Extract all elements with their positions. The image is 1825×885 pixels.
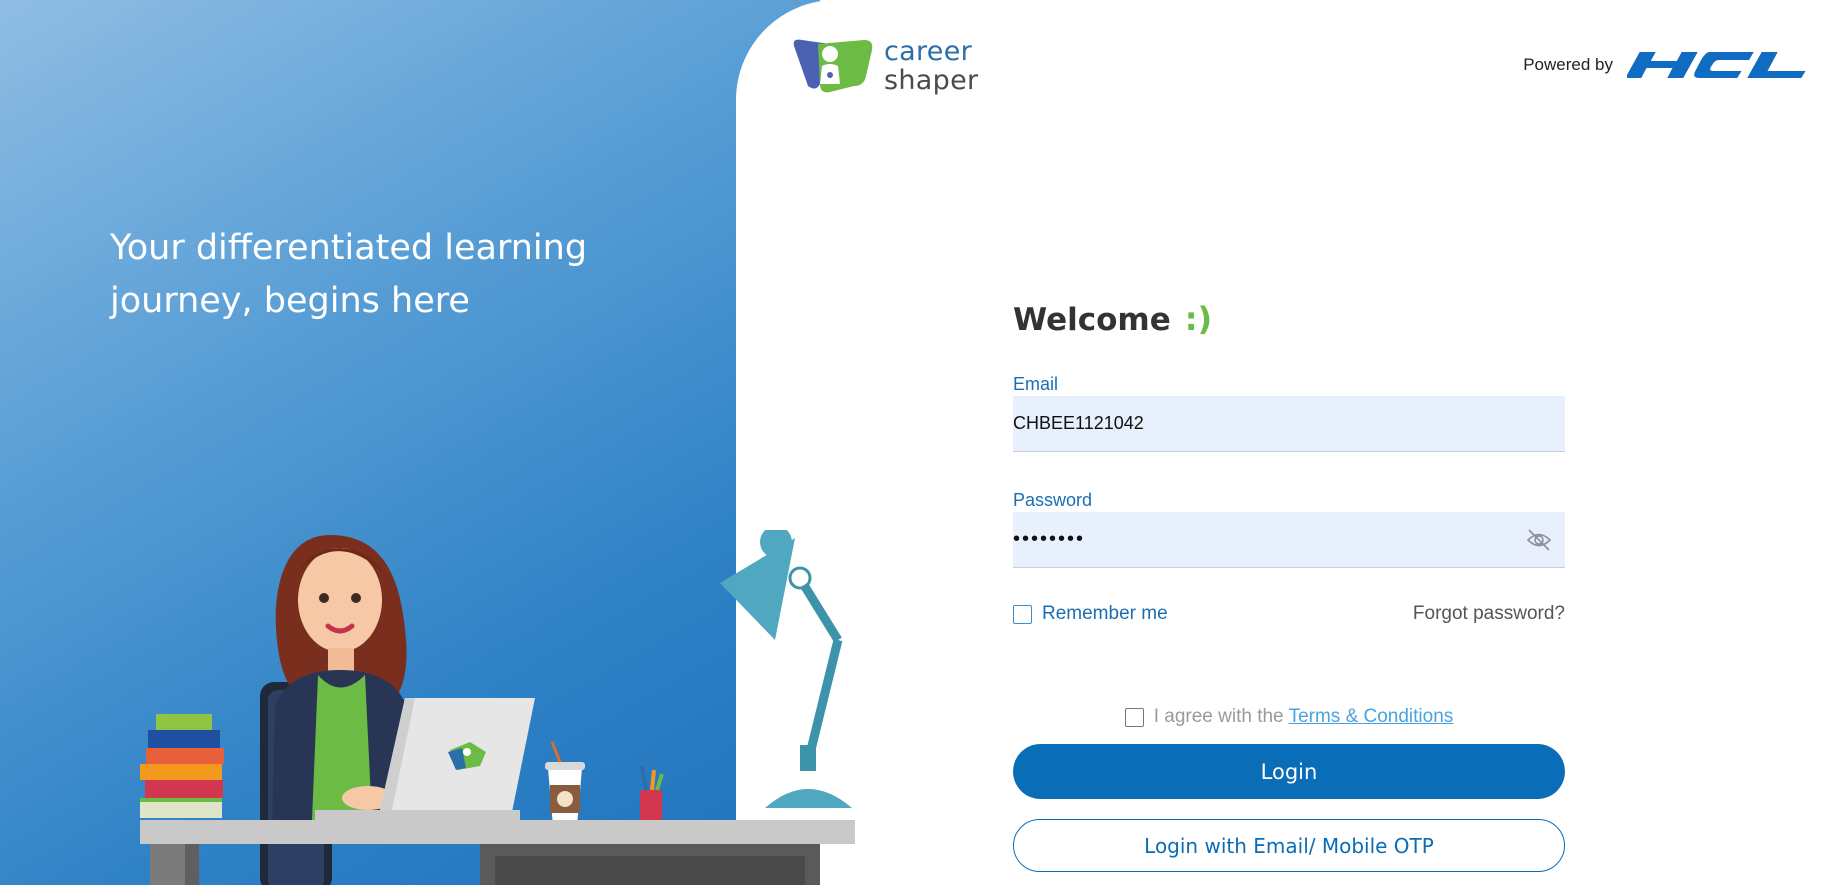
welcome-smile: :): [1184, 300, 1213, 338]
login-button[interactable]: Login: [1013, 744, 1565, 799]
terms-prefix: I agree with the: [1153, 706, 1289, 727]
eye-slash-icon[interactable]: [1525, 527, 1553, 553]
welcome-heading: Welcome :): [1013, 300, 1565, 360]
terms-checkbox[interactable]: [1124, 707, 1144, 727]
powered-by-label: Powered by: [1523, 55, 1613, 74]
desk-illustration: [140, 530, 855, 885]
email-field[interactable]: [1013, 396, 1565, 451]
powered-by: Powered by: [1523, 48, 1807, 82]
remember-me-checkbox[interactable]: [1013, 604, 1032, 624]
coffee-cup-illustration: [545, 741, 585, 826]
login-page: Your differentiated learning journey, be…: [0, 0, 1825, 885]
forgot-password-link[interactable]: Forgot password?: [1413, 603, 1565, 625]
email-label: Email: [1013, 374, 1059, 394]
brand-wordmark: career shaper: [884, 37, 978, 95]
welcome-title: Welcome: [1013, 302, 1171, 338]
hero-tagline: Your differentiated learning journey, be…: [110, 228, 588, 321]
password-field-container: [1013, 512, 1565, 568]
brand-name-line1: career: [884, 36, 973, 67]
remember-row: Remember me Forgot password?: [1013, 602, 1565, 626]
remember-me-label[interactable]: Remember me: [1042, 603, 1168, 625]
desk-illustration-surface: [140, 820, 855, 885]
password-field[interactable]: [1013, 512, 1565, 567]
email-field-container: [1013, 396, 1565, 452]
terms-text: I agree with the Terms & Conditions: [1154, 706, 1454, 728]
careershaper-logo-icon: [793, 39, 873, 93]
terms-agreement: I agree with the Terms & Conditions: [1013, 704, 1565, 730]
hcl-logo: [1627, 52, 1806, 78]
books-illustration: [140, 714, 224, 818]
otp-login-button[interactable]: Login with Email/ Mobile OTP: [1013, 819, 1565, 872]
brand-name-line2: shaper: [884, 65, 979, 96]
pen-holder-illustration: [640, 765, 664, 826]
login-form: Welcome :) Email Password Remember me Fo…: [1013, 300, 1565, 872]
terms-link[interactable]: Terms & Conditions: [1289, 706, 1454, 727]
lamp-illustration: [720, 530, 852, 808]
brand[interactable]: career shaper: [790, 36, 978, 96]
remember-me[interactable]: Remember me: [1013, 603, 1168, 625]
password-label: Password: [1013, 490, 1093, 510]
